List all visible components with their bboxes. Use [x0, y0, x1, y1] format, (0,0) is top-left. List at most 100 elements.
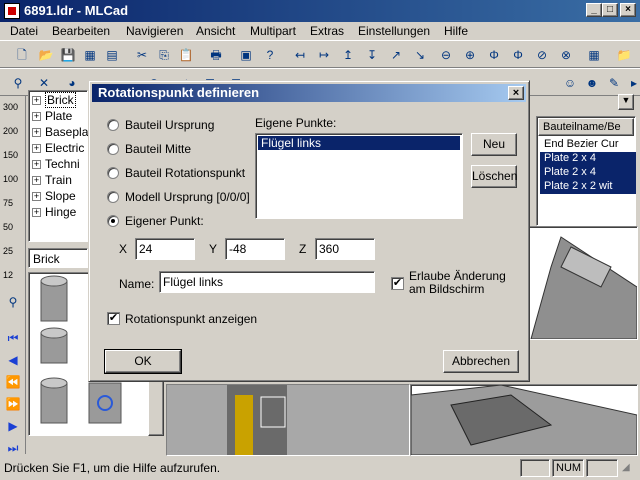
prev-step-icon[interactable]: ◀ — [3, 350, 23, 370]
loeschen-button[interactable]: Löschen — [471, 165, 517, 188]
dropdown-arrow-icon[interactable]: ▼ — [618, 94, 634, 110]
zoom-12[interactable]: 12 — [3, 270, 13, 280]
name-input[interactable]: Flügel links — [159, 271, 375, 293]
move-down-icon[interactable]: ↧ — [362, 45, 382, 65]
help-cursor-icon[interactable]: ? — [260, 45, 280, 65]
open-icon[interactable]: 📂 — [36, 45, 56, 65]
erlaube-checkbox[interactable]: ✔ — [391, 277, 404, 290]
neu-button[interactable]: Neu — [471, 133, 517, 156]
zoom-200[interactable]: 200 — [3, 126, 18, 136]
tree-item-electric[interactable]: + Electric — [32, 141, 84, 155]
save-as-icon[interactable]: ▦ — [80, 45, 100, 65]
export-icon[interactable]: ▸ — [624, 73, 640, 93]
menu-multipart[interactable]: Multipart — [250, 24, 296, 38]
move-diag-icon[interactable]: ↗ — [386, 45, 406, 65]
menu-bar: Datei Bearbeiten Navigieren Ansicht Mult… — [0, 22, 640, 40]
radio-bauteil-mitte[interactable] — [107, 143, 119, 155]
folder-icon[interactable]: 📁 — [614, 45, 634, 65]
radio-modell-ursprung[interactable] — [107, 191, 119, 203]
zoom-150[interactable]: 150 — [3, 150, 18, 160]
zoom-icon[interactable]: ⚲ — [3, 292, 23, 312]
rewind-icon[interactable]: ⏪ — [3, 372, 23, 392]
forward-icon[interactable]: ⏩ — [3, 394, 23, 414]
zoom-300[interactable]: 300 — [3, 102, 18, 112]
tree-item-brick[interactable]: + Brick — [32, 92, 76, 108]
cut-icon[interactable]: ✂ — [132, 45, 152, 65]
paste-icon[interactable]: 📋 — [176, 45, 196, 65]
copy-icon[interactable]: ⎘ — [154, 45, 174, 65]
tree-item-hinge[interactable]: + Hinge — [32, 205, 76, 219]
rotate-x-icon[interactable]: ⊖ — [436, 45, 456, 65]
zoom-50[interactable]: 50 — [3, 222, 13, 232]
rotation-point-dialog: Rotationspunkt definieren × Bauteil Ursp… — [88, 80, 530, 382]
parts-list-row[interactable]: End Bezier Cur — [540, 138, 636, 152]
tree-item-slope[interactable]: + Slope — [32, 189, 76, 203]
parts-list-row[interactable]: Plate 2 x 2 wit — [540, 180, 636, 194]
print-icon[interactable]: 🖶 — [206, 45, 226, 65]
next-step-icon[interactable]: ▶ — [3, 416, 23, 436]
calculator-icon[interactable]: ▦ — [584, 45, 604, 65]
zoom-100[interactable]: 100 — [3, 174, 18, 184]
menu-datei[interactable]: Datei — [10, 24, 38, 38]
toolbar-main: 🗋 📂 💾 ▦ ▤ ✂ ⎘ 📋 🖶 ▣ ? ↤ ↦ ↥ ↧ ↗ ↘ ⊖ ⊕ Φ … — [0, 40, 640, 68]
model-render — [410, 384, 638, 456]
tree-item-technic[interactable]: + Techni — [32, 157, 80, 171]
tree-item-plate[interactable]: + Plate — [32, 109, 72, 123]
rotate-z-icon[interactable]: ⊘ — [532, 45, 552, 65]
y-input[interactable]: -48 — [225, 238, 285, 260]
minifig-icon[interactable]: ☺ — [560, 73, 580, 93]
menu-extras[interactable]: Extras — [310, 24, 344, 38]
move-up-icon[interactable]: ↥ — [338, 45, 358, 65]
save-all-icon[interactable]: ▤ — [102, 45, 122, 65]
maximize-button[interactable]: □ — [602, 3, 618, 17]
move-diag2-icon[interactable]: ↘ — [410, 45, 430, 65]
ok-button[interactable]: OK — [104, 349, 182, 374]
z-input[interactable]: 360 — [315, 238, 375, 260]
status-pane — [520, 459, 550, 477]
rotate-y-icon[interactable]: Φ — [484, 45, 504, 65]
x-input[interactable]: 24 — [135, 238, 195, 260]
minimize-button[interactable]: _ — [586, 3, 602, 17]
move-left-icon[interactable]: ↤ — [290, 45, 310, 65]
close-button[interactable]: × — [620, 3, 636, 17]
category-filter[interactable]: Brick — [28, 248, 88, 268]
rotate-x2-icon[interactable]: ⊕ — [460, 45, 480, 65]
zoom-75[interactable]: 75 — [3, 198, 13, 208]
move-right-icon[interactable]: ↦ — [314, 45, 334, 65]
label-modell-ursprung: Modell Ursprung [0/0/0] — [125, 190, 250, 204]
show-rotation-checkbox[interactable]: ✔ — [107, 312, 120, 325]
radio-bauteil-rotationspunkt[interactable] — [107, 167, 119, 179]
viewport-bottom-left[interactable] — [166, 384, 410, 456]
properties-icon[interactable]: ▣ — [236, 45, 256, 65]
rotate-z2-icon[interactable]: ⊗ — [556, 45, 576, 65]
menu-ansicht[interactable]: Ansicht — [196, 24, 235, 38]
first-step-icon[interactable]: ⏮ — [3, 328, 23, 348]
menu-navigieren[interactable]: Navigieren — [126, 24, 183, 38]
last-step-icon[interactable]: ⏭ — [3, 438, 23, 458]
parts-list-row[interactable]: Plate 2 x 4 — [540, 152, 636, 166]
save-icon[interactable]: 💾 — [58, 45, 78, 65]
search-part-icon[interactable]: ⚲ — [8, 73, 28, 93]
parts-list-row[interactable]: Plate 2 x 4 — [540, 166, 636, 180]
cancel-button[interactable]: Abbrechen — [443, 350, 519, 373]
dialog-close-button[interactable]: × — [508, 86, 524, 100]
label-show-rotation: Rotationspunkt anzeigen — [125, 312, 258, 326]
tree-item-baseplate[interactable]: + Basepla — [32, 125, 88, 139]
resize-grip-icon[interactable]: ◢ — [622, 462, 638, 478]
tree-item-train[interactable]: + Train — [32, 173, 72, 187]
viewport-bottom-right[interactable] — [410, 384, 638, 456]
figure-icon[interactable]: ☻ — [582, 73, 602, 93]
eigene-punkte-list[interactable]: Flügel links — [255, 133, 463, 219]
eigene-punkte-item[interactable]: Flügel links — [258, 136, 460, 150]
menu-einstellungen[interactable]: Einstellungen — [358, 24, 430, 38]
radio-bauteil-ursprung[interactable] — [107, 119, 119, 131]
radio-eigener-punkt[interactable] — [107, 215, 119, 227]
new-icon[interactable]: 🗋 — [12, 45, 32, 65]
menu-hilfe[interactable]: Hilfe — [444, 24, 468, 38]
wand-icon[interactable]: ✎ — [604, 73, 624, 93]
parts-list-header[interactable]: Bauteilname/Be — [538, 118, 634, 136]
menu-bearbeiten[interactable]: Bearbeiten — [52, 24, 110, 38]
zoom-25[interactable]: 25 — [3, 246, 13, 256]
rotate-y2-icon[interactable]: Φ — [508, 45, 528, 65]
label-z: Z — [299, 242, 307, 256]
